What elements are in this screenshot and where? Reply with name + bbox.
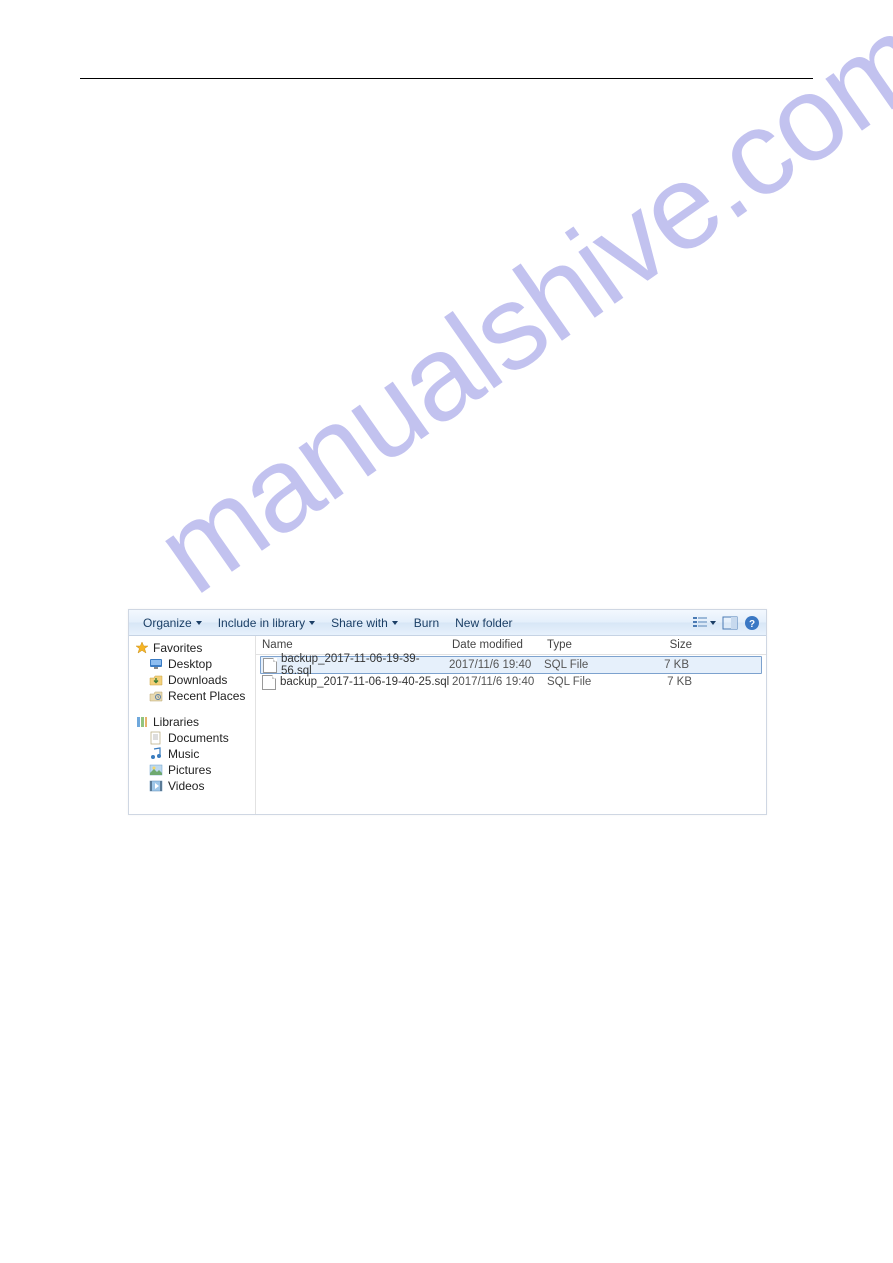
downloads-icon: [149, 673, 163, 687]
libraries-group: Libraries Documents Music: [133, 714, 253, 794]
file-row[interactable]: backup_2017-11-06-19-39-56.sql 2017/11/6…: [260, 656, 762, 674]
favorites-group: Favorites Desktop Downloads: [133, 640, 253, 704]
column-type-header[interactable]: Type: [547, 639, 637, 651]
dropdown-caret-icon: [710, 621, 716, 625]
file-date: 2017/11/6 19:40: [452, 676, 547, 688]
sidebar-item-recent[interactable]: Recent Places: [133, 688, 253, 704]
documents-label: Documents: [168, 731, 229, 745]
music-label: Music: [168, 747, 199, 761]
recent-places-icon: [149, 689, 163, 703]
file-row[interactable]: backup_2017-11-06-19-40-25.sql 2017/11/6…: [256, 674, 766, 690]
pictures-label: Pictures: [168, 763, 211, 777]
file-type: SQL File: [547, 676, 637, 688]
file-date: 2017/11/6 19:40: [449, 659, 544, 671]
watermark-text: manualshive.com: [132, 117, 768, 620]
file-icon: [263, 658, 277, 673]
file-size: 7 KB: [634, 659, 699, 671]
recent-label: Recent Places: [168, 689, 245, 703]
column-date-header[interactable]: Date modified: [452, 639, 547, 651]
svg-text:?: ?: [749, 619, 755, 630]
include-library-label: Include in library: [218, 616, 305, 630]
share-with-button[interactable]: Share with: [323, 614, 406, 632]
music-icon: [149, 747, 163, 761]
pictures-icon: [149, 763, 163, 777]
new-folder-button[interactable]: New folder: [447, 614, 520, 632]
column-name-header[interactable]: Name: [262, 639, 452, 651]
videos-icon: [149, 779, 163, 793]
downloads-label: Downloads: [168, 673, 227, 687]
libraries-label: Libraries: [153, 715, 199, 729]
sidebar-item-downloads[interactable]: Downloads: [133, 672, 253, 688]
desktop-label: Desktop: [168, 657, 212, 671]
favorites-header[interactable]: Favorites: [133, 640, 253, 656]
explorer-body: Favorites Desktop Downloads: [129, 636, 766, 814]
sidebar-item-desktop[interactable]: Desktop: [133, 656, 253, 672]
libraries-icon: [135, 715, 149, 729]
sidebar-item-music[interactable]: Music: [133, 746, 253, 762]
dropdown-caret-icon: [309, 621, 315, 625]
desktop-icon: [149, 657, 163, 671]
horizontal-rule: [80, 78, 813, 79]
help-button[interactable]: ?: [744, 615, 760, 631]
file-list-pane: Name Date modified Type Size backup_2017…: [256, 636, 766, 814]
sidebar-item-pictures[interactable]: Pictures: [133, 762, 253, 778]
column-size-header[interactable]: Size: [637, 639, 702, 651]
file-icon: [262, 675, 276, 690]
new-folder-label: New folder: [455, 616, 512, 630]
file-name: backup_2017-11-06-19-40-25.sql: [280, 676, 449, 688]
share-with-label: Share with: [331, 616, 388, 630]
videos-label: Videos: [168, 779, 204, 793]
explorer-toolbar: Organize Include in library Share with B…: [129, 610, 766, 636]
file-explorer-window: Organize Include in library Share with B…: [128, 609, 767, 815]
include-library-button[interactable]: Include in library: [210, 614, 323, 632]
favorites-label: Favorites: [153, 641, 202, 655]
dropdown-caret-icon: [392, 621, 398, 625]
file-type: SQL File: [544, 659, 634, 671]
preview-pane-button[interactable]: [722, 615, 738, 631]
file-size: 7 KB: [637, 676, 702, 688]
burn-label: Burn: [414, 616, 439, 630]
documents-icon: [149, 731, 163, 745]
libraries-header[interactable]: Libraries: [133, 714, 253, 730]
dropdown-caret-icon: [196, 621, 202, 625]
star-icon: [135, 641, 149, 655]
organize-label: Organize: [143, 616, 192, 630]
sidebar-item-videos[interactable]: Videos: [133, 778, 253, 794]
organize-button[interactable]: Organize: [135, 614, 210, 632]
view-options-button[interactable]: [692, 615, 708, 631]
sidebar-item-documents[interactable]: Documents: [133, 730, 253, 746]
navigation-pane: Favorites Desktop Downloads: [129, 636, 256, 814]
burn-button[interactable]: Burn: [406, 614, 447, 632]
